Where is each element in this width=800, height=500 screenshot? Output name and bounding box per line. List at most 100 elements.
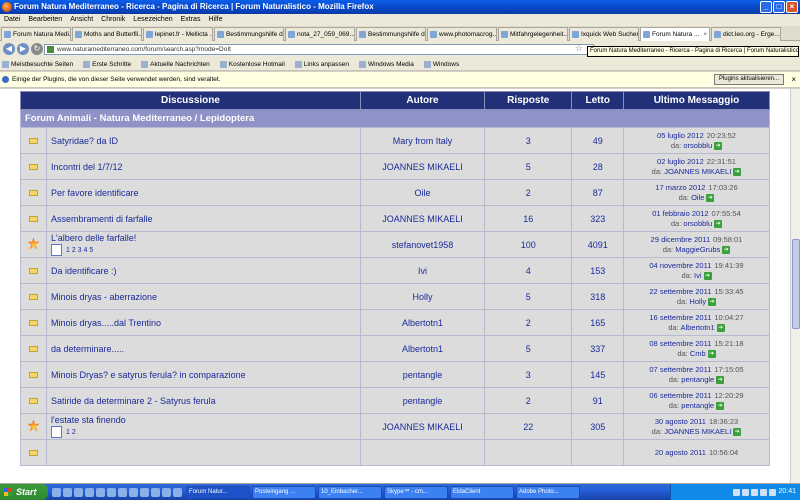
taskbar-button[interactable]: Skype™ - cm... — [384, 485, 448, 499]
browser-tab[interactable]: www.photomacrog... — [427, 27, 497, 41]
page-links[interactable]: 1 2 3 4 5 — [66, 247, 93, 254]
url-field[interactable]: www.naturamediterraneo.com/forum/search.… — [44, 44, 594, 55]
go-to-last-post-icon[interactable]: ➔ — [716, 375, 725, 384]
last-post-user-link[interactable]: JOANNES MIKAELI — [664, 427, 731, 436]
vertical-scrollbar[interactable] — [790, 89, 800, 483]
bookmark-item[interactable]: Meistbesuchte Seiten — [2, 58, 73, 70]
close-button[interactable]: × — [786, 1, 798, 13]
topic-author[interactable]: Albertotn1 — [360, 309, 485, 336]
topic-author[interactable]: JOANNES MIKAELI — [360, 153, 485, 180]
browser-tab[interactable]: Forum Natura Medi... — [1, 27, 71, 41]
taskbar-button[interactable]: EldaClient — [450, 485, 514, 499]
last-post-user-link[interactable]: Oile — [691, 193, 704, 202]
go-to-last-post-icon[interactable]: ➔ — [722, 245, 731, 254]
tray-icon[interactable] — [751, 488, 759, 496]
topic-title-link[interactable]: da determinare..... — [51, 344, 360, 354]
topic-title-link[interactable]: Per favore identificare — [51, 188, 360, 198]
menu-item[interactable]: Chronik — [101, 14, 125, 26]
menu-item[interactable]: Hilfe — [208, 14, 222, 26]
taskbar-button[interactable]: 10_Einbacher... — [318, 485, 382, 499]
quick-launch-icon[interactable] — [140, 487, 149, 497]
taskbar-button[interactable]: Adobe Photo... — [516, 485, 580, 499]
page-links[interactable]: 1 2 — [66, 429, 76, 436]
go-to-last-post-icon[interactable]: ➔ — [733, 167, 742, 176]
bookmark-item[interactable]: Links anpassen — [294, 58, 349, 70]
topic-author[interactable]: pentangle — [360, 361, 485, 388]
menu-item[interactable]: Ansicht — [70, 14, 93, 26]
menu-item[interactable]: Lesezeichen — [133, 14, 172, 26]
header-autore[interactable]: Autore — [360, 91, 485, 110]
browser-tab[interactable]: lepinet.fr - Mellicta ... — [143, 27, 213, 41]
bookmark-item[interactable]: Windows — [423, 58, 459, 70]
browser-tab[interactable]: Bestimmungshilfe d... — [214, 27, 284, 41]
taskbar-button[interactable]: Forum Natur... — [186, 485, 250, 499]
go-to-last-post-icon[interactable]: ➔ — [707, 349, 716, 358]
last-post-user-link[interactable]: pentangle — [681, 375, 714, 384]
topic-title-link[interactable]: Satyridae? da ID — [51, 136, 360, 146]
tray-icon[interactable] — [769, 488, 777, 496]
menu-item[interactable]: Bearbeiten — [28, 14, 62, 26]
topic-author[interactable]: Oile — [360, 179, 485, 206]
go-to-last-post-icon[interactable]: ➔ — [708, 297, 717, 306]
last-post-user-link[interactable]: pentangle — [681, 401, 714, 410]
bookmark-item[interactable]: Aktuelle Nachrichten — [141, 58, 210, 70]
go-to-last-post-icon[interactable]: ➔ — [714, 219, 723, 228]
browser-tab[interactable]: Forum Natura ... × — [640, 27, 710, 41]
tray-icon[interactable] — [742, 488, 750, 496]
quick-launch-icon[interactable] — [118, 487, 127, 497]
topic-author[interactable]: Albertotn1 — [360, 335, 485, 362]
forward-button[interactable]: ▶ — [17, 43, 29, 55]
last-post-user-link[interactable]: JOANNES MIKAELI — [664, 167, 731, 176]
quick-launch-icon[interactable] — [129, 487, 138, 497]
quick-launch-icon[interactable] — [74, 487, 83, 497]
quick-launch-icon[interactable] — [85, 487, 94, 497]
topic-title-link[interactable]: Minois dryas.....dal Trentino — [51, 318, 360, 328]
update-plugins-button[interactable]: Plugins aktualisieren... — [714, 74, 784, 85]
reload-button[interactable]: ↻ — [31, 43, 43, 55]
last-post-user-link[interactable]: MaggieGrubs — [675, 245, 720, 254]
topic-author[interactable]: stefanovet1958 — [360, 231, 485, 258]
header-ultimo-messaggio[interactable]: Ultimo Messaggio — [623, 91, 770, 110]
tray-icon[interactable] — [760, 488, 768, 496]
minimize-button[interactable]: _ — [760, 1, 772, 13]
go-to-last-post-icon[interactable]: ➔ — [703, 271, 712, 280]
bookmark-star-icon[interactable]: ☆ — [575, 43, 583, 54]
topic-title-link[interactable]: Assembramenti di farfalle — [51, 214, 360, 224]
go-to-last-post-icon[interactable]: ➔ — [706, 193, 715, 202]
browser-tab[interactable]: Ixquick Web Suchen — [569, 27, 639, 41]
go-to-last-post-icon[interactable]: ➔ — [716, 401, 725, 410]
topic-title-link[interactable]: Minois dryas - aberrazione — [51, 292, 360, 302]
scrollbar-thumb[interactable] — [792, 239, 800, 329]
bookmark-item[interactable]: Kostenlose Hotmail — [219, 58, 285, 70]
header-discussione[interactable]: Discussione — [20, 91, 361, 110]
quick-launch-icon[interactable] — [63, 487, 72, 497]
browser-tab[interactable]: dict.leo.org - Erge... — [711, 27, 781, 41]
go-to-last-post-icon[interactable]: ➔ — [716, 323, 725, 332]
last-post-user-link[interactable]: Cmb — [690, 349, 706, 358]
topic-author[interactable] — [360, 439, 485, 466]
header-risposte[interactable]: Risposte — [483, 91, 573, 110]
quick-launch-icon[interactable] — [162, 487, 171, 497]
topic-author[interactable]: JOANNES MIKAELI — [360, 205, 485, 232]
start-button[interactable]: Start — [0, 484, 48, 500]
last-post-user-link[interactable]: orsobblu — [683, 141, 712, 150]
back-button[interactable]: ◀ — [3, 43, 15, 55]
quick-launch-icon[interactable] — [107, 487, 116, 497]
menu-item[interactable]: Datei — [4, 14, 20, 26]
tray-icon[interactable] — [733, 488, 741, 496]
quick-launch-icon[interactable] — [173, 487, 182, 497]
quick-launch-icon[interactable] — [151, 487, 160, 497]
category-row[interactable]: Forum Animali - Natura Mediterraneo / Le… — [20, 109, 770, 128]
bookmark-item[interactable]: Erste Schritte — [83, 58, 131, 70]
maximize-button[interactable]: □ — [773, 1, 785, 13]
close-notification-icon[interactable]: × — [791, 72, 796, 88]
quick-launch-icon[interactable] — [96, 487, 105, 497]
quick-launch-icon[interactable] — [52, 487, 61, 497]
taskbar-button[interactable]: Posteingang ... — [252, 485, 316, 499]
header-letto[interactable]: Letto — [571, 91, 624, 110]
menu-item[interactable]: Extras — [181, 14, 201, 26]
browser-tab[interactable]: Bestimmungshilfe d... — [356, 27, 426, 41]
topic-author[interactable]: Holly — [360, 283, 485, 310]
bookmark-item[interactable]: Windows Media — [358, 58, 414, 70]
go-to-last-post-icon[interactable]: ➔ — [733, 427, 742, 436]
